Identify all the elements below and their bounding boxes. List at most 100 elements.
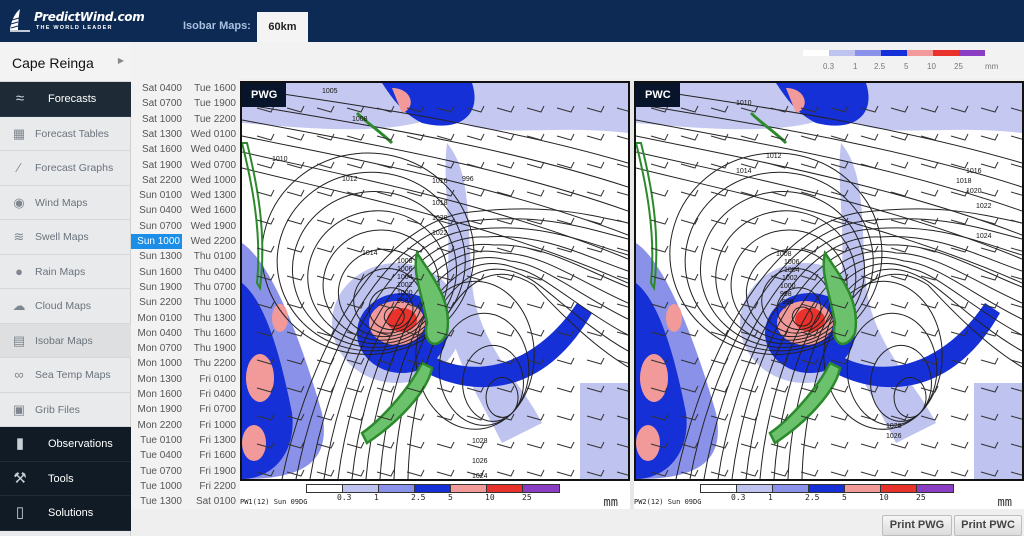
time-option[interactable]: Sun 0400 [131,203,184,218]
time-option[interactable]: Sat 1600 [131,142,184,157]
print-pwg-button[interactable]: Print PWG [882,515,952,536]
time-option[interactable]: Wed 2200 [188,234,236,249]
time-option[interactable]: Wed 1600 [188,203,236,218]
time-option[interactable]: Wed 1900 [188,219,236,234]
time-option[interactable]: Sun 1600 [131,265,184,280]
time-option[interactable]: Mon 2200 [131,418,184,433]
time-option[interactable]: Thu 0700 [188,280,236,295]
sidebar-item-label: Forecasts [48,93,97,105]
time-row: Mon 0400 Thu 1600 [131,326,240,341]
time-option[interactable]: Tue 2200 [188,112,236,127]
time-option[interactable]: Mon 0400 [131,326,184,341]
time-option[interactable]: Mon 1900 [131,402,184,417]
time-option[interactable]: Fri 0400 [188,387,236,402]
isobar-label: 1018 [432,200,448,207]
time-option[interactable]: Sat 1900 [131,158,184,173]
wind-barb [436,469,455,477]
time-option[interactable]: Thu 0100 [188,249,236,264]
sidebar-item-swell-maps[interactable]: ≋ Swell Maps [0,220,131,255]
sidebar-item-wind-maps[interactable]: ◉ Wind Maps [0,186,131,220]
time-option[interactable]: Sat 1000 [131,112,184,127]
time-option[interactable]: Thu 2200 [188,356,236,371]
sidebar-item-sea-temp-maps[interactable]: ∞ Sea Temp Maps [0,358,131,393]
time-option[interactable]: Tue 1600 [188,81,236,96]
time-option[interactable]: Sat 0700 [131,96,184,111]
isobar-label: 1022 [976,203,992,210]
time-option[interactable]: Mon 0100 [131,311,184,326]
wind-barb [616,331,628,336]
time-option[interactable]: Sat 0100 [188,494,236,509]
time-option[interactable]: Thu 0400 [188,265,236,280]
time-option[interactable]: Mon 0700 [131,341,184,356]
print-pwc-button[interactable]: Print PWC [954,515,1022,536]
time-option[interactable]: Sat 2200 [131,173,184,188]
time-option[interactable]: Sun 1900 [131,280,184,295]
sidebar-item-forecast-graphs[interactable]: ∕ Forecast Graphs [0,151,131,186]
time-option[interactable]: Tue 1900 [188,96,236,111]
sidebar: Cape Reinga ▶ ≈ Forecasts ▦ Forecast Tables… [0,42,131,536]
sidebar-item-rain-maps[interactable]: ● Rain Maps [0,255,131,289]
time-option[interactable]: Mon 1000 [131,356,184,371]
location-selector[interactable]: Cape Reinga ▶ [0,42,131,82]
time-option[interactable]: Tue 0400 [131,448,184,463]
time-option[interactable]: Tue 1000 [131,479,184,494]
sidebar-item-solutions[interactable]: ▯ Solutions [0,496,131,531]
time-option[interactable]: Wed 0100 [188,127,236,142]
sidebar-item-grib-files[interactable]: ▣ Grib Files [0,393,131,427]
time-option[interactable]: Sun 1000 [131,234,182,249]
time-option[interactable]: Fri 0100 [188,372,236,387]
map-panel-pwc[interactable]: PWC 1010 1012 1014 1008 1006 1004 1002 1000 998 9… [634,81,1024,481]
time-option[interactable]: Fri 0700 [188,402,236,417]
time-option[interactable]: Sun 0100 [131,188,184,203]
sidebar-item-forecasts[interactable]: ≈ Forecasts [0,82,131,117]
time-option[interactable]: Sat 1300 [131,127,184,142]
time-option[interactable]: Mon 1600 [131,387,184,402]
time-option[interactable]: Sun 1300 [131,249,184,264]
wind-barb [346,469,365,477]
wind-barb [860,413,879,421]
wind-barb [346,217,365,225]
time-row: Sat 1000 Tue 2200 [131,112,240,127]
time-option[interactable]: Thu 1600 [188,326,236,341]
time-option[interactable]: Fri 1600 [188,448,236,463]
map-panel-pwg[interactable]: PWG 1005 1008 1010 1012 1014 1008 1006 1004 1002… [240,81,630,481]
time-option[interactable]: Tue 1300 [131,494,184,509]
time-option[interactable]: Tue 0700 [131,464,184,479]
tab-60km[interactable]: 60km [257,12,308,42]
wind-barb [316,329,335,337]
wind-barb [586,189,605,197]
wind-barb [830,469,849,477]
sidebar-item-forecast-tables[interactable]: ▦ Forecast Tables [0,117,131,151]
wind-barb [406,161,425,169]
sidebar-item-cloud-maps[interactable]: ☁ Cloud Maps [0,289,131,324]
legend-label: 1 [853,62,858,71]
time-option[interactable]: Wed 0400 [188,142,236,157]
sidebar-item-observations[interactable]: ▮ Observations [0,427,131,462]
time-row: Tue 0700 Fri 1900 [131,464,240,479]
time-option[interactable]: Thu 1900 [188,341,236,356]
sidebar-item-isobar-maps[interactable]: ▤ Isobar Maps [0,323,131,358]
time-option[interactable]: Fri 1000 [188,418,236,433]
time-option[interactable]: Sun 2200 [131,295,184,310]
time-option[interactable]: Mon 1300 [131,372,184,387]
time-option[interactable]: Thu 1000 [188,295,236,310]
wind-barb [316,301,335,309]
isobar-map-pwg[interactable]: 1005100810101012101410081006100410021000… [242,83,628,479]
sidebar-item-tools[interactable]: ⚒ Tools [0,461,131,496]
time-option[interactable]: Fri 1300 [188,433,236,448]
predictwind-logo[interactable]: PredictWind.com THE WORLD LEADER [8,6,145,36]
time-row: Sun 1300 Thu 0100 [131,249,240,264]
wind-barb [556,469,575,477]
time-option[interactable]: Tue 0100 [131,433,184,448]
time-option[interactable]: Sun 0700 [131,219,184,234]
time-option[interactable]: Sat 0400 [131,81,184,96]
time-option[interactable]: Fri 2200 [188,479,236,494]
time-option[interactable]: Wed 1000 [188,173,236,188]
isobar-label: 1028 [886,423,902,430]
time-option[interactable]: Fri 1900 [188,464,236,479]
time-option[interactable]: Thu 1300 [188,311,236,326]
time-option[interactable]: Wed 1300 [188,188,236,203]
wind-barb [710,273,729,281]
time-option[interactable]: Wed 0700 [188,158,236,173]
isobar-map-pwc[interactable]: 1010 1012 1014 10081006100410021000998996 10… [636,83,1022,479]
